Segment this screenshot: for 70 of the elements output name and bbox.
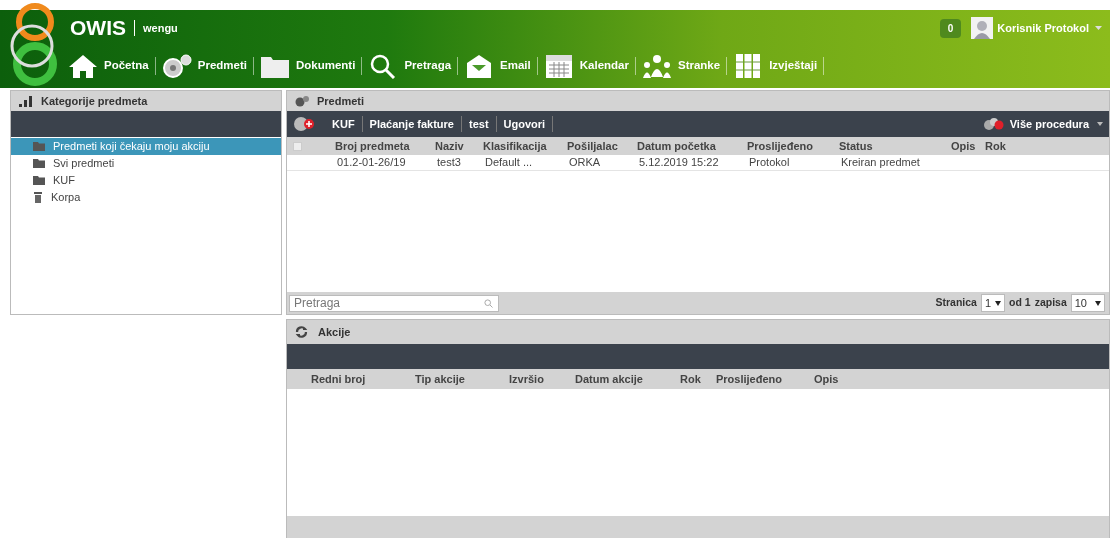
caret-icon xyxy=(995,300,1002,306)
gears-icon xyxy=(295,95,309,107)
table-cell: test3 xyxy=(437,156,461,169)
column-header[interactable]: Redni broj xyxy=(311,372,366,385)
folder-icon xyxy=(33,176,45,185)
category-item[interactable]: Korpa xyxy=(11,189,281,206)
more-procedures-dropdown[interactable]: Više procedura xyxy=(1009,115,1103,133)
procedure-tab[interactable]: test xyxy=(462,115,496,133)
caret-icon xyxy=(1095,26,1102,30)
table-cell: 5.12.2019 15:22 xyxy=(639,156,719,169)
procedure-tab[interactable]: Plaćanje fakture xyxy=(362,115,461,133)
column-header[interactable]: Opis xyxy=(951,139,976,152)
trash-icon xyxy=(33,192,43,203)
panel-title: Akcije xyxy=(318,324,351,340)
records-label: zapisa xyxy=(1034,295,1067,311)
notification-count[interactable]: 0 xyxy=(939,18,962,38)
column-header[interactable]: Proslijeđeno xyxy=(747,139,814,152)
column-header[interactable]: Naziv xyxy=(435,139,464,152)
table-cell: Default ... xyxy=(485,156,533,169)
table-cell: Kreiran predmet xyxy=(841,156,920,169)
column-header[interactable]: Rok xyxy=(680,372,701,385)
procedure-tab[interactable]: KUF xyxy=(325,115,362,133)
column-header[interactable]: Datum akcije xyxy=(575,372,643,385)
panel-title: Kategorije predmeta xyxy=(41,93,148,109)
table-cell: Protokol xyxy=(749,156,790,169)
gear-add-icon xyxy=(293,116,315,132)
nav-item[interactable]: Kalendar xyxy=(543,53,629,79)
gears-icon xyxy=(161,53,192,79)
page-count: od 1 xyxy=(1009,295,1031,311)
panel-title: Predmeti xyxy=(317,93,365,109)
category-item[interactable]: Predmeti koji čekaju moju akciju xyxy=(11,138,281,155)
nav-item[interactable]: Početna xyxy=(68,53,149,79)
home-icon xyxy=(68,53,98,79)
column-header[interactable]: Tip akcije xyxy=(415,372,465,385)
workspace-name: wengu xyxy=(143,20,178,36)
nav-item[interactable]: Dokumenti xyxy=(259,53,356,79)
column-header[interactable]: Klasifikacija xyxy=(483,139,547,152)
refresh-icon xyxy=(295,325,308,339)
column-header[interactable]: Proslijeđeno xyxy=(716,372,783,385)
column-header[interactable]: Rok xyxy=(985,139,1006,152)
category-item[interactable]: KUF xyxy=(11,172,281,189)
table-cell: ORKA xyxy=(569,156,601,169)
nav-item[interactable]: Pretraga xyxy=(368,53,452,79)
search-icon xyxy=(484,298,493,308)
procedure-tab[interactable]: Ugovori xyxy=(496,115,553,133)
gears-add-icon xyxy=(981,117,1004,131)
column-header[interactable]: Izvršio xyxy=(509,372,544,385)
records-select[interactable]: 10 xyxy=(1070,293,1105,313)
column-header[interactable]: Datum početka xyxy=(637,139,716,152)
folder-icon xyxy=(33,142,45,151)
column-header[interactable]: Status xyxy=(839,139,873,152)
caret-icon xyxy=(1095,300,1101,306)
app-name: OWIS xyxy=(70,15,126,42)
bar-chart-icon xyxy=(19,95,33,107)
folder-icon xyxy=(33,159,45,168)
page-label: Stranica xyxy=(935,295,977,311)
avatar-icon xyxy=(971,17,994,39)
page-select[interactable]: 1 xyxy=(980,293,1006,313)
column-header[interactable]: Pošiljalac xyxy=(567,139,618,152)
calendar-icon xyxy=(543,53,574,79)
select-all-checkbox[interactable] xyxy=(293,141,302,151)
nav-item[interactable]: Email xyxy=(464,53,531,79)
caret-icon xyxy=(1097,122,1103,126)
column-header[interactable]: Broj predmeta xyxy=(335,139,410,152)
search-field[interactable]: Pretraga xyxy=(289,294,499,312)
column-header[interactable]: Opis xyxy=(814,372,839,385)
category-item[interactable]: Svi predmeti xyxy=(11,155,281,172)
nav-item[interactable]: Predmeti xyxy=(161,53,247,79)
people-icon xyxy=(641,53,672,79)
table-cell: 01.2-01-26/19 xyxy=(337,156,406,169)
